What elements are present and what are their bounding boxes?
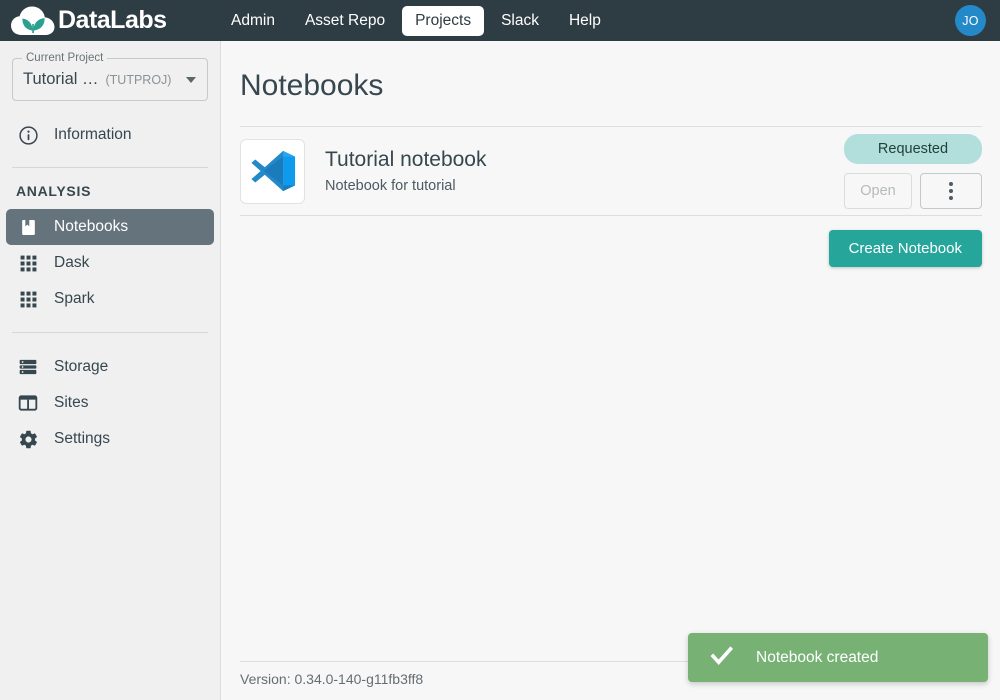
sidebar-item-spark[interactable]: Spark [6, 281, 214, 317]
sidebar-item-sites[interactable]: Sites [6, 385, 214, 421]
create-notebook-button[interactable]: Create Notebook [828, 230, 982, 267]
sidebar-section-analysis: ANALYSIS [16, 183, 92, 199]
notebook-row: Tutorial notebook Notebook for tutorial … [222, 127, 1000, 215]
nav-item-list: Admin Asset Repo Projects Slack Help [218, 5, 614, 36]
sidebar-item-dask[interactable]: Dask [6, 245, 214, 281]
open-button[interactable]: Open [844, 172, 912, 209]
brand-logo[interactable]: DataLabs [10, 4, 190, 38]
project-selector-value: Tutorial … [23, 70, 99, 88]
nav-item-asset-repo[interactable]: Asset Repo [292, 6, 398, 36]
page-title: Notebooks [240, 69, 384, 102]
nav-item-admin[interactable]: Admin [218, 6, 288, 36]
sidebar-item-label: Settings [54, 430, 111, 447]
sidebar-item-label: Information [54, 126, 132, 143]
nav-item-slack[interactable]: Slack [488, 6, 552, 36]
notebook-name: Tutorial notebook [325, 148, 487, 171]
main-content: Notebooks Tutorial notebook Notebook for… [222, 41, 1000, 700]
notebook-button-group: Open [844, 172, 982, 209]
sidebar-item-information[interactable]: Information [6, 117, 214, 153]
status-badge: Requested [844, 133, 982, 164]
grid-icon [16, 251, 40, 275]
sidebar-item-label: Dask [54, 254, 90, 271]
info-icon [16, 123, 40, 147]
nav-item-projects[interactable]: Projects [402, 5, 485, 36]
sidebar-item-label: Storage [54, 358, 109, 375]
nav-item-help[interactable]: Help [556, 6, 614, 36]
sidebar-item-settings[interactable]: Settings [6, 421, 214, 457]
sidebar-item-storage[interactable]: Storage [6, 349, 214, 385]
book-icon [16, 215, 40, 239]
create-notebook-wrap: Create Notebook [222, 216, 1000, 267]
project-selector-code: (TUTPROJ) [105, 72, 172, 87]
sidebar: Current Project Tutorial … (TUTPROJ) Inf… [0, 41, 221, 700]
cloud-leaf-logo-icon [10, 5, 56, 37]
version-label: Version: 0.34.0-140-g11fb3ff8 [240, 671, 424, 687]
toast-message: Notebook created [756, 648, 879, 666]
grid-icon [16, 287, 40, 311]
project-selector[interactable]: Current Project Tutorial … (TUTPROJ) [12, 51, 208, 101]
storage-icon [16, 355, 40, 379]
top-navigation-bar: DataLabs Admin Asset Repo Projects Slack… [0, 0, 1000, 41]
gear-icon [16, 427, 40, 451]
more-vertical-icon [949, 181, 953, 200]
avatar[interactable]: JO [955, 5, 986, 36]
toast-notification[interactable]: Notebook created [688, 633, 988, 682]
notebook-description: Notebook for tutorial [325, 178, 456, 194]
sidebar-item-notebooks[interactable]: Notebooks [6, 209, 214, 245]
chevron-down-icon [186, 76, 196, 83]
vscode-icon [240, 138, 305, 204]
sidebar-item-label: Sites [54, 394, 89, 411]
project-selector-legend: Current Project [22, 51, 108, 65]
notebook-actions: Requested Open [844, 133, 982, 209]
notebook-menu-button[interactable] [920, 172, 982, 209]
sidebar-item-label: Spark [54, 290, 95, 307]
sidebar-item-label: Notebooks [54, 218, 129, 235]
sites-icon [16, 391, 40, 415]
brand-name: DataLabs [58, 6, 167, 34]
check-icon [708, 642, 735, 674]
notebook-text: Tutorial notebook Notebook for tutorial [325, 147, 844, 195]
